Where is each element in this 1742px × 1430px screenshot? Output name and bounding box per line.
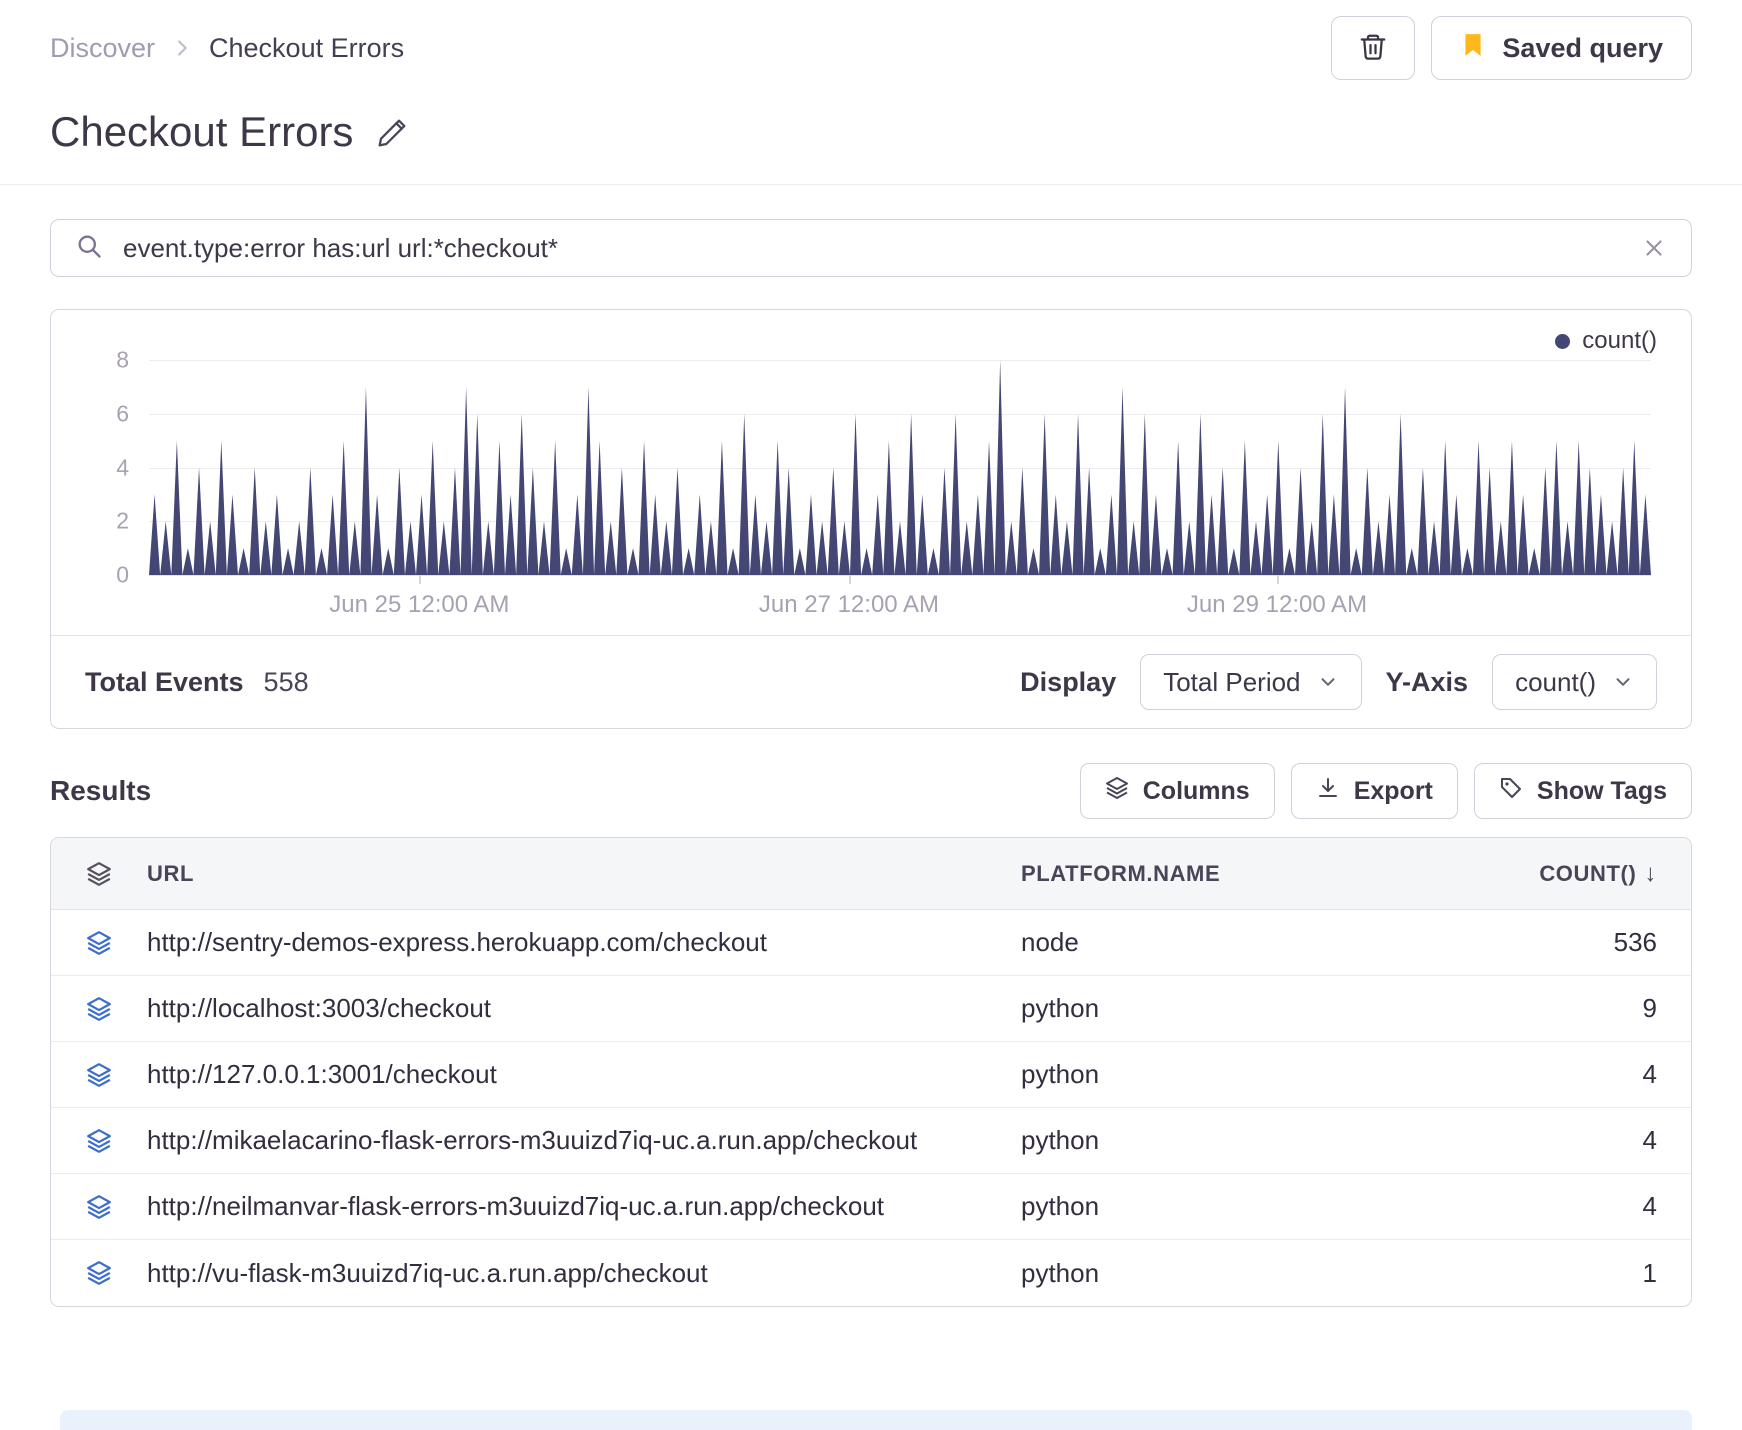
chevron-down-icon <box>1317 671 1339 693</box>
breadcrumb-current: Checkout Errors <box>209 32 405 63</box>
stack-icon[interactable] <box>86 1128 112 1154</box>
stack-icon <box>86 861 112 887</box>
show-tags-button-label: Show Tags <box>1536 776 1667 805</box>
count-series-area <box>149 360 1651 575</box>
chevron-down-icon <box>1612 671 1634 693</box>
y-axis-tick-label: 0 <box>116 561 129 588</box>
row-platform: python <box>1021 993 1100 1023</box>
results-table: URL PLATFORM.NAME COUNT() ↓ http://sentr… <box>50 837 1692 1307</box>
row-url: http://vu-flask-m3uuizd7iq-uc.a.run.app/… <box>147 1257 708 1288</box>
yaxis-label: Y-Axis <box>1385 666 1469 697</box>
breadcrumb-discover[interactable]: Discover <box>50 33 155 64</box>
partially-visible-element <box>60 1410 1692 1430</box>
results-header: Results Columns Export Show Tags <box>50 763 1692 819</box>
display-select[interactable]: Total Period <box>1140 654 1362 710</box>
row-count: 536 <box>1613 927 1657 957</box>
saved-query-button[interactable]: Saved query <box>1431 16 1692 80</box>
results-title: Results <box>50 775 152 806</box>
y-axis-tick-label: 6 <box>116 400 129 427</box>
chart-footer: Total Events 558 Display Total Period Y-… <box>51 635 1691 728</box>
display-value: Total Period <box>1163 666 1301 697</box>
chart-x-labels: Jun 25 12:00 AM Jun 27 12:00 AM Jun 29 12:… <box>149 575 1651 625</box>
stack-icon[interactable] <box>86 930 112 956</box>
show-tags-button[interactable]: Show Tags <box>1473 763 1692 819</box>
columns-button-label: Columns <box>1142 776 1250 805</box>
chart-plot-area: 0 2 4 6 8 <box>116 347 1651 588</box>
total-events-value: 558 <box>263 666 309 697</box>
row-platform: python <box>1021 1257 1100 1288</box>
table-row[interactable]: http://localhost:3003/checkout python 9 <box>51 976 1691 1042</box>
display-label: Display <box>1020 666 1117 697</box>
trash-icon <box>1358 32 1388 65</box>
columns-button[interactable]: Columns <box>1079 763 1275 819</box>
chart-legend[interactable]: count() <box>85 326 1657 356</box>
clear-search-icon[interactable] <box>1641 235 1667 261</box>
table-row[interactable]: http://mikaelacarino-flask-errors-m3uuiz… <box>51 1108 1691 1174</box>
table-body: http://sentry-demos-express.herokuapp.co… <box>51 910 1691 1306</box>
row-url: http://localhost:3003/checkout <box>147 993 492 1023</box>
top-bar: Discover Checkout Errors Saved query <box>0 0 1742 80</box>
row-platform: python <box>1021 1191 1100 1221</box>
total-events-label: Total Events <box>85 666 244 697</box>
row-platform: python <box>1021 1059 1100 1089</box>
bookmark-icon <box>1460 31 1486 66</box>
row-count: 4 <box>1642 1059 1657 1089</box>
stack-icon[interactable] <box>86 1194 112 1220</box>
delete-query-button[interactable] <box>1331 16 1416 80</box>
export-button-label: Export <box>1353 776 1433 805</box>
stack-icon[interactable] <box>86 1062 112 1088</box>
chart-panel: count() 0 2 4 6 8 Jun 25 12:00 AM Jun 27 12:0… <box>50 309 1692 729</box>
row-url: http://127.0.0.1:3001/checkout <box>147 1059 497 1089</box>
stack-icon <box>1105 776 1129 807</box>
legend-label: count() <box>1582 327 1657 354</box>
tag-icon <box>1499 776 1523 807</box>
search-bar <box>50 219 1692 277</box>
stack-icon[interactable] <box>86 996 112 1022</box>
export-button[interactable]: Export <box>1290 763 1458 819</box>
discover-page: Discover Checkout Errors Saved query Che… <box>0 0 1742 1430</box>
y-axis-tick-label: 8 <box>116 346 129 373</box>
saved-query-label: Saved query <box>1502 32 1663 63</box>
x-axis-tick-label: Jun 27 12:00 AM <box>758 591 939 618</box>
table-row[interactable]: http://127.0.0.1:3001/checkout python 4 <box>51 1042 1691 1108</box>
page-title: Checkout Errors <box>50 108 354 155</box>
row-count: 4 <box>1642 1191 1657 1221</box>
yaxis-select[interactable]: count() <box>1492 654 1657 710</box>
y-axis-tick-label: 2 <box>116 507 129 534</box>
column-header-count[interactable]: COUNT() ↓ <box>1451 860 1691 888</box>
header-actions: Saved query <box>1331 16 1692 80</box>
table-header-row: URL PLATFORM.NAME COUNT() ↓ <box>51 838 1691 910</box>
row-count: 4 <box>1642 1125 1657 1155</box>
column-header-platform[interactable]: PLATFORM.NAME <box>1021 861 1451 887</box>
row-platform: node <box>1021 927 1079 957</box>
table-row[interactable]: http://neilmanvar-flask-errors-m3uuizd7i… <box>51 1174 1691 1240</box>
x-axis-tick-label: Jun 25 12:00 AM <box>329 591 510 618</box>
row-count: 9 <box>1642 993 1657 1023</box>
y-axis-tick-label: 4 <box>116 454 129 480</box>
row-platform: python <box>1021 1125 1100 1155</box>
breadcrumb: Discover Checkout Errors <box>50 33 404 64</box>
title-row: Checkout Errors <box>0 80 1742 185</box>
row-url: http://neilmanvar-flask-errors-m3uuizd7i… <box>147 1191 885 1221</box>
x-axis-tick-label: Jun 29 12:00 AM <box>1186 591 1368 618</box>
count-header-label: COUNT() <box>1539 860 1637 886</box>
yaxis-value: count() <box>1515 666 1596 697</box>
download-icon <box>1316 776 1340 807</box>
row-count: 1 <box>1642 1257 1657 1288</box>
row-url: http://mikaelacarino-flask-errors-m3uuiz… <box>147 1125 918 1155</box>
table-row[interactable]: http://sentry-demos-express.herokuapp.co… <box>51 910 1691 976</box>
search-icon <box>75 232 103 265</box>
stack-icon[interactable] <box>86 1260 112 1286</box>
column-header-url[interactable]: URL <box>147 861 1021 887</box>
chevron-right-icon <box>171 37 193 59</box>
sort-descending-icon: ↓ <box>1644 859 1657 887</box>
table-row[interactable]: http://vu-flask-m3uuizd7iq-uc.a.run.app/… <box>51 1240 1691 1306</box>
legend-dot-icon <box>1555 333 1571 349</box>
edit-pencil-icon[interactable] <box>377 116 409 148</box>
search-input[interactable] <box>121 231 1623 265</box>
row-url: http://sentry-demos-express.herokuapp.co… <box>147 927 767 957</box>
